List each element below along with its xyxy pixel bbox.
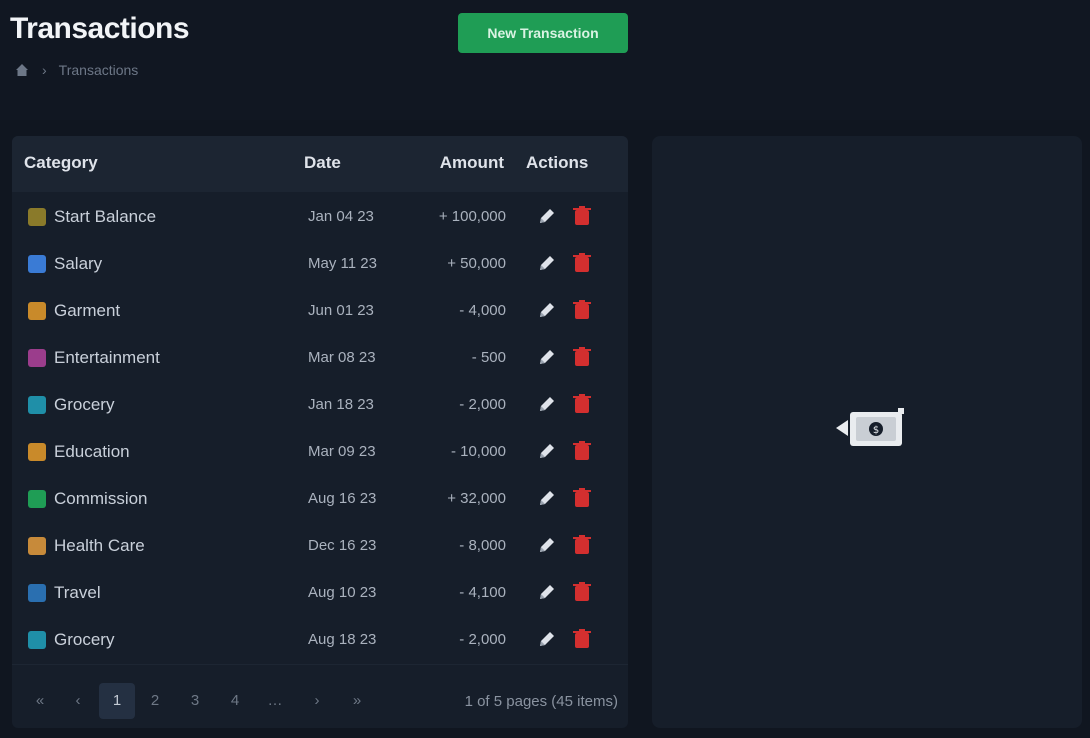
coin-icon bbox=[28, 490, 46, 508]
table-row[interactable]: Travel Aug 10 23 - 4,100 bbox=[12, 569, 628, 616]
column-header-actions: Actions bbox=[526, 153, 589, 172]
grocery-icon bbox=[28, 396, 46, 414]
transaction-date: Aug 16 23 bbox=[308, 490, 377, 507]
last-page-button[interactable]: » bbox=[339, 683, 375, 719]
health-icon bbox=[28, 537, 46, 555]
column-header-date[interactable]: Date bbox=[304, 153, 341, 173]
page-button-1[interactable]: 1 bbox=[99, 683, 135, 719]
edit-icon[interactable] bbox=[536, 487, 558, 509]
delete-icon[interactable] bbox=[572, 346, 592, 368]
delete-icon[interactable] bbox=[572, 299, 592, 321]
table-header: Category Date Amount Actions bbox=[12, 136, 628, 192]
chevron-right-icon: › bbox=[42, 62, 47, 78]
edit-icon[interactable] bbox=[536, 252, 558, 274]
delete-icon[interactable] bbox=[572, 252, 592, 274]
book-icon bbox=[28, 443, 46, 461]
category-name: Garment bbox=[54, 301, 121, 320]
pagination: « ‹ 1 2 3 4 … › » 1 of 5 pages (45 items… bbox=[12, 664, 628, 728]
page-button-3[interactable]: 3 bbox=[177, 683, 213, 719]
transactions-table: Category Date Amount Actions Start Balan… bbox=[12, 136, 628, 728]
table-row[interactable]: Education Mar 09 23 - 10,000 bbox=[12, 428, 628, 475]
category-name: Grocery bbox=[54, 630, 115, 649]
pagination-ellipsis: … bbox=[267, 692, 283, 709]
transaction-date: Aug 18 23 bbox=[308, 631, 377, 648]
delete-icon[interactable] bbox=[572, 440, 592, 462]
transaction-amount: - 4,100 bbox=[459, 584, 506, 601]
category-name: Salary bbox=[54, 254, 103, 273]
column-header-category[interactable]: Category bbox=[24, 153, 98, 173]
svg-text:$: $ bbox=[873, 425, 879, 436]
table-row[interactable]: Garment Jun 01 23 - 4,000 bbox=[12, 287, 628, 334]
breadcrumb: › Transactions bbox=[14, 62, 138, 78]
ticket-icon bbox=[28, 349, 46, 367]
pagination-info: 1 of 5 pages (45 items) bbox=[464, 693, 618, 710]
column-header-amount[interactable]: Amount bbox=[440, 153, 504, 173]
page-button-2[interactable]: 2 bbox=[137, 683, 173, 719]
breadcrumb-current: Transactions bbox=[58, 62, 139, 78]
first-page-button[interactable]: « bbox=[22, 683, 58, 719]
transaction-amount: - 2,000 bbox=[459, 396, 506, 413]
transaction-amount: + 32,000 bbox=[447, 490, 506, 507]
star-icon bbox=[28, 208, 46, 226]
edit-icon[interactable] bbox=[536, 299, 558, 321]
transaction-date: Dec 16 23 bbox=[308, 537, 377, 554]
transaction-date: Aug 10 23 bbox=[308, 584, 377, 601]
transaction-amount: - 10,000 bbox=[450, 443, 506, 460]
shirt-icon bbox=[28, 302, 46, 320]
prev-page-button[interactable]: ‹ bbox=[60, 683, 96, 719]
delete-icon[interactable] bbox=[572, 628, 592, 650]
transaction-date: Jan 04 23 bbox=[308, 208, 374, 225]
table-row[interactable]: Grocery Aug 18 23 - 2,000 bbox=[12, 616, 628, 663]
category-name: Travel bbox=[54, 583, 101, 602]
delete-icon[interactable] bbox=[572, 487, 592, 509]
table-row[interactable]: Entertainment Mar 08 23 - 500 bbox=[12, 334, 628, 381]
transaction-amount: - 500 bbox=[471, 349, 506, 366]
grocery-icon bbox=[28, 631, 46, 649]
edit-icon[interactable] bbox=[536, 393, 558, 415]
page-button-4[interactable]: 4 bbox=[217, 683, 253, 719]
table-row[interactable]: Health Care Dec 16 23 - 8,000 bbox=[12, 522, 628, 569]
transaction-amount: + 100,000 bbox=[438, 208, 506, 225]
edit-icon[interactable] bbox=[536, 346, 558, 368]
table-row[interactable]: Grocery Jan 18 23 - 2,000 bbox=[12, 381, 628, 428]
edit-icon[interactable] bbox=[536, 205, 558, 227]
next-page-button[interactable]: › bbox=[299, 683, 335, 719]
edit-icon[interactable] bbox=[536, 534, 558, 556]
delete-icon[interactable] bbox=[572, 205, 592, 227]
transaction-date: Jun 01 23 bbox=[308, 302, 374, 319]
category-name: Health Care bbox=[54, 536, 145, 555]
edit-icon[interactable] bbox=[536, 440, 558, 462]
delete-icon[interactable] bbox=[572, 393, 592, 415]
transaction-amount: + 50,000 bbox=[447, 255, 506, 272]
page-header: Transactions › Transactions New Transact… bbox=[0, 0, 1090, 120]
transaction-date: Mar 09 23 bbox=[308, 443, 376, 460]
delete-icon[interactable] bbox=[572, 534, 592, 556]
salary-icon bbox=[28, 255, 46, 273]
transaction-date: Jan 18 23 bbox=[308, 396, 374, 413]
edit-icon[interactable] bbox=[536, 628, 558, 650]
category-name: Grocery bbox=[54, 395, 115, 414]
home-icon[interactable] bbox=[14, 62, 30, 78]
transaction-amount: - 4,000 bbox=[459, 302, 506, 319]
table-row[interactable]: Commission Aug 16 23 + 32,000 bbox=[12, 475, 628, 522]
plane-icon bbox=[28, 584, 46, 602]
money-icon: $ bbox=[836, 408, 904, 446]
delete-icon[interactable] bbox=[572, 581, 592, 603]
category-name: Entertainment bbox=[54, 348, 160, 367]
category-name: Education bbox=[54, 442, 130, 461]
new-transaction-button[interactable]: New Transaction bbox=[458, 13, 628, 53]
transaction-date: Mar 08 23 bbox=[308, 349, 376, 366]
category-name: Start Balance bbox=[54, 207, 157, 226]
chart-panel: $ bbox=[652, 136, 1082, 728]
table-row[interactable]: Salary May 11 23 + 50,000 bbox=[12, 240, 628, 287]
edit-icon[interactable] bbox=[536, 581, 558, 603]
transaction-date: May 11 23 bbox=[308, 255, 377, 272]
table-row[interactable]: Start Balance Jan 04 23 + 100,000 bbox=[12, 193, 628, 240]
transaction-amount: - 2,000 bbox=[459, 631, 506, 648]
transaction-amount: - 8,000 bbox=[459, 537, 506, 554]
page-title: Transactions bbox=[10, 12, 190, 45]
category-name: Commission bbox=[54, 489, 148, 508]
